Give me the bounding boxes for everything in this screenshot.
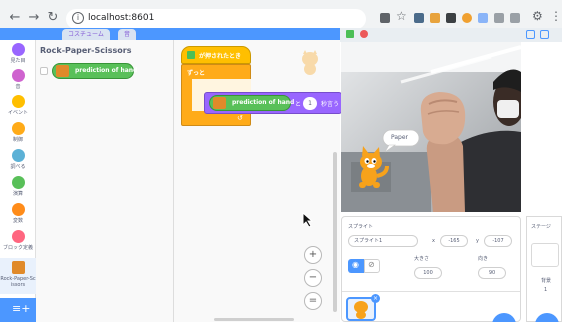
category-events[interactable]: イベント (0, 92, 36, 122)
category-dot (11, 230, 25, 243)
large-stage-icon[interactable] (540, 30, 549, 39)
stage-selector[interactable]: ステージ 背景 1 (526, 216, 562, 322)
stage-canvas[interactable]: Paper (341, 42, 521, 212)
app-root: ← → ↻ i localhost:8601 ☆ ⚙ ⋮ コスチューム 音 見た… (0, 0, 562, 322)
extension-icon[interactable] (478, 13, 488, 23)
size-input[interactable]: 100 (414, 267, 442, 279)
info-icon[interactable]: i (72, 12, 84, 24)
category-operators[interactable]: 演算 (0, 173, 36, 203)
back-button[interactable]: ← (8, 11, 22, 25)
say-for-seconds-block[interactable]: prediction of hand と 1 秒言う (204, 92, 342, 114)
when-flag-clicked-block[interactable]: が押されたとき (181, 46, 251, 64)
add-extension-button[interactable]: ≡+ (0, 298, 36, 322)
category-extension[interactable]: Rock-Paper-Scissors (0, 258, 36, 294)
hide-sprite-button[interactable]: ⊘ (364, 259, 380, 273)
category-sensing[interactable]: 調べる (0, 146, 36, 176)
divider (342, 291, 520, 292)
settings-icon[interactable]: ⚙ (532, 9, 543, 23)
category-dot (11, 203, 25, 216)
star-icon[interactable]: ☆ (396, 9, 407, 23)
camera-icon[interactable] (380, 13, 390, 23)
stage-thumbnail[interactable] (531, 243, 559, 267)
green-flag-icon (187, 51, 195, 59)
extension-category-icon (11, 261, 25, 274)
add-extension-icon: ≡+ (12, 302, 31, 315)
sprite-info-panel: スプライト スプライト1 x -165 y -107 ◉ ⊘ 大きさ 100 向… (341, 216, 521, 322)
category-dot (11, 176, 25, 189)
category-control[interactable]: 制御 (0, 119, 36, 149)
category-my-blocks[interactable]: ブロック定義 (0, 227, 36, 257)
sprite-name-input[interactable]: スプライト1 (348, 235, 418, 247)
menu-icon[interactable]: ⋮ (550, 9, 562, 23)
forward-button[interactable]: → (27, 11, 41, 25)
mouse-cursor-icon (302, 211, 314, 232)
address-bar[interactable]: i localhost:8601 (66, 9, 366, 29)
loop-arrow-icon: ↺ (237, 114, 243, 122)
say-to-label: と (295, 101, 302, 108)
speech-bubble-text: Paper (391, 134, 408, 141)
stage-header (340, 28, 562, 42)
workspace-horizontal-scrollbar[interactable] (214, 318, 294, 321)
tab-sounds[interactable]: 音 (118, 29, 137, 40)
delete-sprite-icon[interactable]: × (371, 294, 380, 303)
extension-block-icon (213, 97, 226, 109)
y-position-input[interactable]: -107 (484, 235, 512, 247)
palette-section-title: Rock-Paper-Scissors (40, 46, 132, 55)
camera-video-feed (341, 42, 521, 212)
extension-icon[interactable] (494, 13, 504, 23)
workspace-vertical-scrollbar[interactable] (333, 152, 337, 312)
green-flag-icon[interactable] (346, 30, 354, 38)
small-stage-icon[interactable] (526, 30, 535, 39)
zoom-out-button[interactable]: − (304, 269, 322, 287)
extension-block-icon (56, 65, 69, 77)
eye-slash-icon: ⊘ (368, 260, 375, 269)
stop-icon[interactable] (360, 30, 368, 38)
category-dot (11, 149, 25, 162)
direction-input[interactable]: 90 (478, 267, 506, 279)
block-palette: Rock-Paper-Scissors prediction of hand (36, 40, 174, 322)
category-dot (11, 95, 25, 108)
seconds-input[interactable]: 1 (303, 97, 317, 110)
prediction-reporter-block[interactable]: prediction of hand (209, 95, 294, 111)
prediction-reporter-block[interactable]: prediction of hand (52, 63, 137, 79)
extension-icon[interactable] (510, 13, 520, 23)
code-workspace[interactable]: が押されたとき ずっと ↺ prediction of hand と 1 秒言う… (174, 40, 342, 322)
add-backdrop-button[interactable] (535, 313, 559, 322)
zoom-in-button[interactable]: + (304, 246, 322, 264)
cat-sprite-icon (354, 301, 368, 319)
extension-icon[interactable] (430, 13, 440, 23)
category-dot (11, 69, 25, 82)
eye-icon: ◉ (352, 260, 359, 269)
category-variables[interactable]: 変数 (0, 200, 36, 230)
reporter-checkbox[interactable] (40, 67, 48, 75)
zoom-reset-button[interactable]: = (304, 292, 322, 310)
add-sprite-button[interactable] (492, 313, 516, 322)
category-dot (11, 43, 25, 56)
editor-tab-bar: コスチューム 音 (0, 28, 340, 40)
reload-button[interactable]: ↻ (46, 11, 60, 25)
show-sprite-button[interactable]: ◉ (348, 259, 364, 273)
url-text: localhost:8601 (88, 13, 155, 23)
tab-costumes[interactable]: コスチューム (62, 29, 110, 40)
x-position-input[interactable]: -165 (440, 235, 468, 247)
extension-icon[interactable] (414, 13, 424, 23)
sprite-watermark (298, 50, 322, 76)
category-menu: 見た目 音 イベント 制御 調べる 演算 変数 ブロック定義 Rock-Pape… (0, 40, 36, 322)
extension-icon[interactable] (462, 13, 472, 23)
extension-icon[interactable] (446, 13, 456, 23)
category-dot (11, 122, 25, 135)
